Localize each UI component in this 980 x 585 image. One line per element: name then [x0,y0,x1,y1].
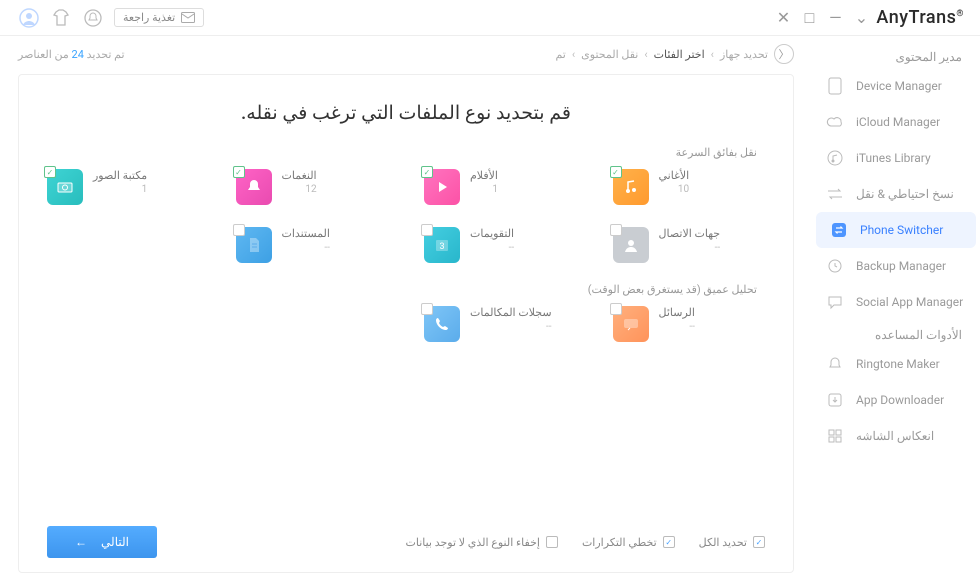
close-icon[interactable]: ✕ [774,8,792,27]
bell-outline-icon [826,355,844,373]
bell-icon[interactable] [82,7,104,29]
tile-ringtones[interactable]: النغمات12 ✓ [236,169,389,205]
contact-icon [613,227,649,263]
option-hide-empty[interactable]: إخفاء النوع الذي لا توجد بيانات [405,536,557,549]
phone-icon [826,77,844,95]
sidebar-item-itunes-library[interactable]: iTunes Library [812,140,980,176]
sidebar-item-app-downloader[interactable]: App Downloader [812,382,980,418]
selection-panel: قم بتحديد نوع الملفات التي ترغب في نقله.… [18,74,794,573]
tile-movies[interactable]: الأفلام1 ✓ [424,169,577,205]
selection-status: تم تحديد 24 من العناصر [18,48,125,61]
mail-icon [181,12,195,24]
transfer-icon [826,185,844,203]
sidebar-item-backup-transfer[interactable]: نسخ احتياطي & نقل [812,176,980,212]
music-note-icon [826,149,844,167]
maximize-icon[interactable]: □ [800,8,818,28]
options-row: تحديد الكل تخطي التكرارات إخفاء النوع ال… [405,536,765,549]
next-button[interactable]: التالي ← [47,526,157,558]
video-icon: ✓ [424,169,460,205]
tile-calllog[interactable]: سجلات المكالمات-- [424,306,577,342]
clock-icon [826,257,844,275]
sidebar-item-phone-switcher[interactable]: Phone Switcher [816,212,976,248]
avatar-icon[interactable] [18,7,40,29]
music-icon: ✓ [613,169,649,205]
sidebar-item-social-app-manager[interactable]: Social App Manager [812,284,980,320]
back-button[interactable]: 〈 [774,44,794,64]
main-content: 〈 تحديد جهاز› اختر الفئات› نقل المحتوى› … [0,36,812,585]
svg-text:3: 3 [439,242,444,252]
message-icon [613,306,649,342]
sidebar-item-icloud-manager[interactable]: iCloud Manager [812,104,980,140]
deep-grid: الرسائل-- سجلات المكالمات-- [47,306,765,342]
switcher-icon [830,221,848,239]
breadcrumb: تحديد جهاز› اختر الفئات› نقل المحتوى› تم [555,48,768,61]
group-deep-label: تحليل عميق (قد يستغرق بعض الوقت) [55,283,757,296]
bell-fill-icon: ✓ [236,169,272,205]
chevron-down-icon[interactable]: ⌄ [852,8,870,27]
tile-calendars[interactable]: التقويمات-- 3 [424,227,577,263]
calendar-icon: 3 [424,227,460,263]
tile-photos[interactable]: مكتبة الصور1 ✓ [47,169,200,205]
option-select-all[interactable]: تحديد الكل [699,536,765,549]
sidebar: مدير المحتوى Device Manager iCloud Manag… [812,36,980,585]
sidebar-item-device-manager[interactable]: Device Manager [812,68,980,104]
sidebar-item-backup-manager[interactable]: Backup Manager [812,248,980,284]
page-title: قم بتحديد نوع الملفات التي ترغب في نقله. [47,101,765,124]
tile-songs[interactable]: الأغاني10 ✓ [613,169,766,205]
app-title: AnyTrans® [870,7,970,28]
document-icon [236,227,272,263]
download-icon [826,391,844,409]
shirt-icon[interactable] [50,7,72,29]
sidebar-item-screen-mirror[interactable]: انعكاس الشاشه [812,418,980,454]
group-fast-label: نقل بفائق السرعة [55,146,757,159]
tile-contacts[interactable]: جهات الاتصال-- [613,227,766,263]
sidebar-section-tools: الأدوات المساعده [812,320,980,346]
feedback-button[interactable]: تغذية راجعة [114,8,204,27]
sidebar-section-content: مدير المحتوى [812,42,980,68]
arrow-left-icon: ← [75,535,87,549]
camera-icon: ✓ [47,169,83,205]
grid-icon [826,427,844,445]
minimize-icon[interactable]: — [826,8,844,27]
fast-grid: الأغاني10 ✓ الأفلام1 ✓ النغمات12 ✓ مكتبة… [47,169,765,263]
chat-icon [826,293,844,311]
phone-call-icon [424,306,460,342]
option-skip-dupes[interactable]: تخطي التكرارات [582,536,675,549]
cloud-icon [826,113,844,131]
sidebar-item-ringtone-maker[interactable]: Ringtone Maker [812,346,980,382]
tile-docs[interactable]: المستندات-- [236,227,389,263]
tile-messages[interactable]: الرسائل-- [613,306,766,342]
